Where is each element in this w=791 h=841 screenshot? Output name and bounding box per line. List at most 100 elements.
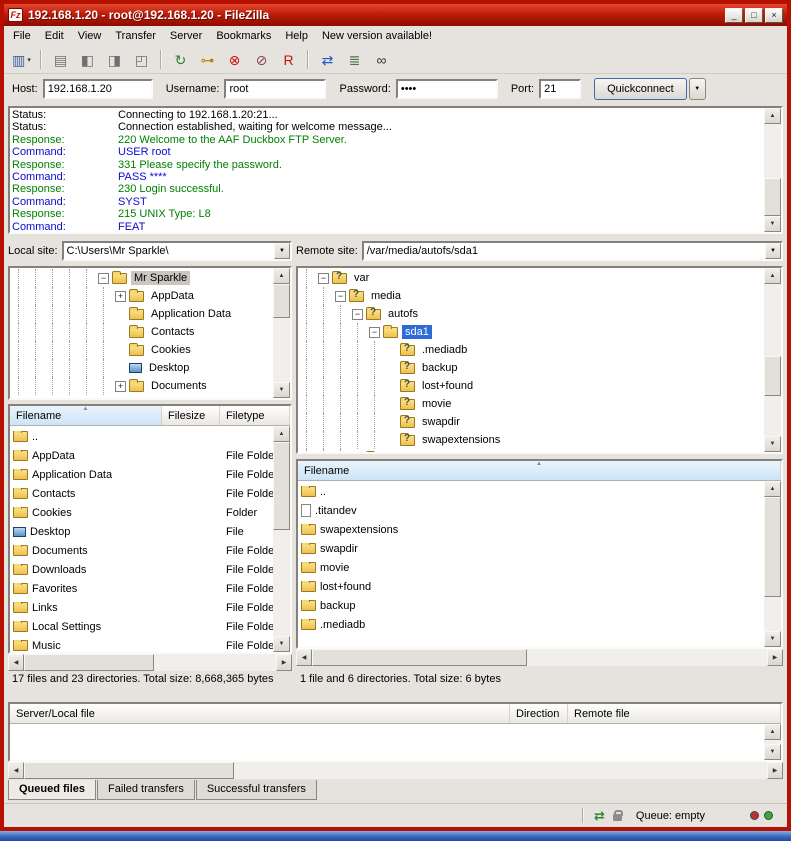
queue-scrollbar[interactable]: ▲▼ xyxy=(764,724,781,760)
remote-tree-item-movie[interactable]: ?movie xyxy=(298,395,764,413)
remote-list-hscrollbar[interactable]: ◀▶ xyxy=(296,649,783,666)
menu-server[interactable]: Server xyxy=(163,27,209,45)
scroll-up-button[interactable]: ▲ xyxy=(764,108,781,124)
scroll-up-button[interactable]: ▲ xyxy=(273,426,290,442)
scroll-thumb[interactable] xyxy=(764,356,781,396)
remote-tree-item-swapdir[interactable]: ?swapdir xyxy=(298,413,764,431)
collapse-icon[interactable]: − xyxy=(352,309,363,320)
directory-comparison-button[interactable]: ⇄ xyxy=(315,48,340,72)
scroll-down-button[interactable]: ▼ xyxy=(273,382,290,398)
queue-hscrollbar[interactable]: ◀▶ xyxy=(8,762,783,779)
expand-icon[interactable]: + xyxy=(115,381,126,392)
scroll-left-button[interactable]: ◀ xyxy=(296,649,312,666)
file-row-parent-dir[interactable]: .. xyxy=(298,482,764,501)
file-row-contacts[interactable]: ContactsFile Folder xyxy=(10,484,273,503)
local-list-scrollbar[interactable]: ▲▼ xyxy=(273,426,290,652)
file-row-cookies[interactable]: CookiesFolder xyxy=(10,503,273,522)
dropdown-arrow-icon[interactable]: ▼ xyxy=(765,243,781,259)
file-row-swapextensions[interactable]: swapextensions xyxy=(298,520,764,539)
scroll-left-button[interactable]: ◀ xyxy=(8,762,24,779)
remote-tree-item-dvd[interactable]: ?dvd xyxy=(298,449,764,452)
scroll-track[interactable] xyxy=(312,649,767,666)
collapse-icon[interactable]: − xyxy=(318,273,329,284)
scroll-thumb[interactable] xyxy=(764,497,781,597)
tab-queued-files[interactable]: Queued files xyxy=(8,780,96,800)
column-header-remote-file[interactable]: Remote file xyxy=(568,704,781,723)
synchronized-browsing-button[interactable]: ≣ xyxy=(342,48,367,72)
collapse-icon[interactable]: − xyxy=(335,291,346,302)
cancel-button[interactable]: ⊗ xyxy=(222,48,247,72)
process-queue-button[interactable]: ⊶ xyxy=(195,48,220,72)
menu-new-version-available[interactable]: New version available! xyxy=(315,27,439,45)
remote-tree-item-media[interactable]: −?media xyxy=(298,287,764,305)
quickconnect-button[interactable]: Quickconnect xyxy=(594,78,687,100)
password-input[interactable] xyxy=(396,79,498,99)
site-manager-button[interactable]: ▥▾ xyxy=(9,48,34,72)
file-row-application-data[interactable]: Application DataFile Folder xyxy=(10,465,273,484)
scroll-track[interactable] xyxy=(273,442,290,636)
remote-tree-item-swapextensions[interactable]: ?swapextensions xyxy=(298,431,764,449)
remote-tree-item-mediadb[interactable]: ?.mediadb xyxy=(298,341,764,359)
local-tree-item-cookies[interactable]: Cookies xyxy=(10,341,273,359)
tab-failed-transfers[interactable]: Failed transfers xyxy=(97,780,195,800)
scroll-track[interactable] xyxy=(764,124,781,216)
file-row-mediadb[interactable]: .mediadb xyxy=(298,615,764,634)
scroll-down-button[interactable]: ▼ xyxy=(764,216,781,232)
scroll-track[interactable] xyxy=(764,497,781,631)
scroll-up-button[interactable]: ▲ xyxy=(764,724,781,740)
local-tree-item-application-data[interactable]: Application Data xyxy=(10,305,273,323)
scroll-thumb[interactable] xyxy=(273,442,290,530)
local-tree-item-appdata[interactable]: +AppData xyxy=(10,287,273,305)
refresh-button[interactable]: ↻ xyxy=(168,48,193,72)
close-button[interactable]: × xyxy=(765,8,783,23)
host-input[interactable] xyxy=(43,79,153,99)
scroll-up-button[interactable]: ▲ xyxy=(273,268,290,284)
file-row-music[interactable]: MusicFile Folder xyxy=(10,636,273,652)
file-row-swapdir[interactable]: swapdir xyxy=(298,539,764,558)
scroll-track[interactable] xyxy=(764,740,781,744)
find-files-button[interactable]: ∞ xyxy=(369,48,394,72)
file-row-desktop[interactable]: DesktopFile xyxy=(10,522,273,541)
minimize-button[interactable]: _ xyxy=(725,8,743,23)
scroll-track[interactable] xyxy=(24,654,276,671)
file-row-local-settings[interactable]: Local SettingsFile Folder xyxy=(10,617,273,636)
scroll-thumb[interactable] xyxy=(24,762,234,779)
file-row-movie[interactable]: movie xyxy=(298,558,764,577)
scroll-down-button[interactable]: ▼ xyxy=(764,436,781,452)
scroll-track[interactable] xyxy=(764,284,781,436)
scroll-thumb[interactable] xyxy=(312,649,527,666)
file-row-parent-dir[interactable]: .. xyxy=(10,427,273,446)
file-row-backup[interactable]: backup xyxy=(298,596,764,615)
dropdown-arrow-icon[interactable]: ▼ xyxy=(274,243,290,259)
column-header-filename[interactable]: Filename▲ xyxy=(298,461,781,480)
scroll-down-button[interactable]: ▼ xyxy=(273,636,290,652)
file-row-documents[interactable]: DocumentsFile Folder xyxy=(10,541,273,560)
scroll-track[interactable] xyxy=(24,762,767,779)
file-row-titandev[interactable]: .titandev xyxy=(298,501,764,520)
remote-tree-item-sda1[interactable]: −sda1 xyxy=(298,323,764,341)
column-header-filetype[interactable]: Filetype xyxy=(220,406,290,425)
remote-tree-item-lost-found[interactable]: ?lost+found xyxy=(298,377,764,395)
log-vertical-scrollbar[interactable]: ▲▼ xyxy=(764,108,781,232)
file-row-links[interactable]: LinksFile Folder xyxy=(10,598,273,617)
local-site-combobox[interactable]: C:\Users\Mr Sparkle\ ▼ xyxy=(62,241,292,261)
port-input[interactable] xyxy=(539,79,581,99)
local-tree-item-desktop[interactable]: Desktop xyxy=(10,359,273,377)
scroll-down-button[interactable]: ▼ xyxy=(764,631,781,647)
scroll-right-button[interactable]: ▶ xyxy=(767,649,783,666)
collapse-icon[interactable]: − xyxy=(369,327,380,338)
scroll-track[interactable] xyxy=(273,284,290,382)
local-tree-item-mr-sparkle[interactable]: −Mr Sparkle xyxy=(10,269,273,287)
toggle-transfer-queue-button[interactable]: ◰ xyxy=(129,48,154,72)
file-row-lost-found[interactable]: lost+found xyxy=(298,577,764,596)
disconnect-button[interactable]: ⊘ xyxy=(249,48,274,72)
menu-view[interactable]: View xyxy=(71,27,109,45)
collapse-icon[interactable]: − xyxy=(98,273,109,284)
scroll-up-button[interactable]: ▲ xyxy=(764,481,781,497)
scroll-thumb[interactable] xyxy=(764,178,781,216)
toggle-local-tree-button[interactable]: ◧ xyxy=(75,48,100,72)
local-tree-scrollbar[interactable]: ▲▼ xyxy=(273,268,290,398)
column-header-filesize[interactable]: Filesize xyxy=(162,406,220,425)
remote-tree-scrollbar[interactable]: ▲▼ xyxy=(764,268,781,452)
scroll-down-button[interactable]: ▼ xyxy=(764,744,781,760)
